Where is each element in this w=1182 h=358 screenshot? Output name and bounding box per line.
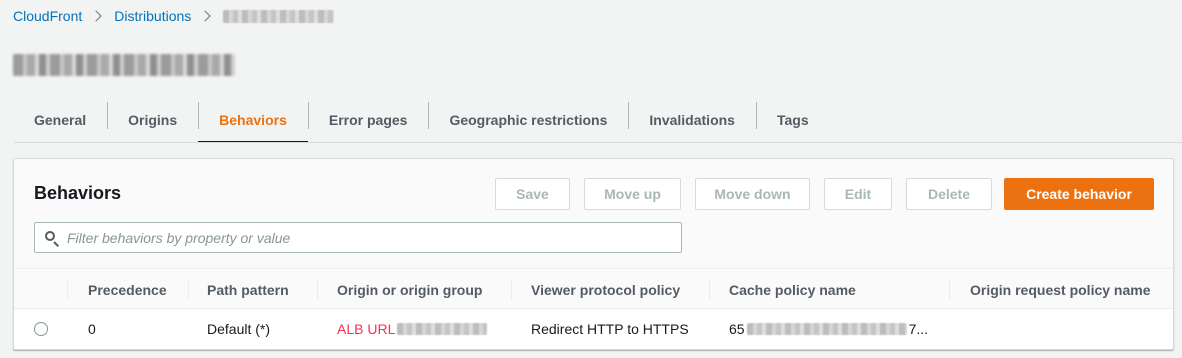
breadcrumb-cloudfront-link[interactable]: CloudFront	[13, 8, 82, 24]
column-divider	[317, 280, 318, 300]
behaviors-panel-header: Behaviors Save Move up Move down Edit De…	[14, 159, 1173, 269]
column-divider	[67, 280, 68, 300]
column-header-origin[interactable]: Origin or origin group	[337, 270, 482, 309]
cell-precedence: 0	[88, 321, 96, 337]
move-up-button[interactable]: Move up	[584, 178, 681, 210]
search-icon	[35, 223, 67, 252]
column-header-origin-request-policy-name[interactable]: Origin request policy name	[970, 270, 1151, 309]
table-row[interactable]: 0 Default (*) ALB URL Redirect HTTP to H…	[14, 309, 1173, 349]
tab-geographic-restrictions[interactable]: Geographic restrictions	[428, 96, 628, 143]
column-divider	[709, 280, 710, 300]
cell-viewer-protocol-policy: Redirect HTTP to HTTPS	[531, 321, 689, 337]
page-title-redacted	[13, 54, 235, 76]
filter-behaviors-input[interactable]	[67, 223, 681, 252]
breadcrumb-distribution-id-redacted	[223, 9, 335, 23]
cache-policy-prefix: 65	[729, 321, 745, 337]
save-button[interactable]: Save	[495, 178, 570, 210]
cache-policy-redacted	[746, 323, 907, 335]
breadcrumb: CloudFront Distributions	[13, 6, 335, 26]
tab-origins[interactable]: Origins	[107, 96, 198, 143]
tab-invalidations[interactable]: Invalidations	[628, 96, 756, 143]
column-divider	[188, 280, 189, 300]
tab-behaviors[interactable]: Behaviors	[198, 96, 308, 143]
cell-cache-policy-name: 65 7...	[729, 309, 928, 349]
chevron-right-icon	[90, 10, 102, 22]
panel-title: Behaviors	[34, 183, 122, 203]
tab-error-pages[interactable]: Error pages	[307, 96, 429, 143]
column-divider	[949, 280, 950, 300]
origin-redacted	[397, 323, 488, 335]
chevron-right-icon	[199, 10, 211, 22]
cell-origin: ALB URL	[337, 309, 488, 349]
create-behavior-button[interactable]: Create behavior	[1004, 178, 1154, 210]
column-divider	[511, 280, 512, 300]
move-down-button[interactable]: Move down	[695, 178, 810, 210]
filter-behaviors-field	[34, 222, 682, 253]
table-header: Precedence Path pattern Origin or origin…	[14, 270, 1173, 309]
column-header-viewer-protocol-policy[interactable]: Viewer protocol policy	[531, 270, 680, 309]
cell-path-pattern: Default (*)	[207, 321, 271, 337]
row-select-radio[interactable]	[34, 322, 48, 336]
column-header-precedence[interactable]: Precedence	[88, 270, 167, 309]
behaviors-panel: Behaviors Save Move up Move down Edit De…	[13, 158, 1174, 350]
tab-general[interactable]: General	[14, 96, 107, 143]
delete-button[interactable]: Delete	[906, 178, 992, 210]
column-header-path-pattern[interactable]: Path pattern	[207, 270, 289, 309]
edit-button[interactable]: Edit	[824, 178, 892, 210]
cache-policy-suffix: 7...	[908, 321, 929, 337]
tab-bar: General Origins Behaviors Error pages Ge…	[14, 96, 830, 143]
breadcrumb-distributions-link[interactable]: Distributions	[114, 8, 191, 24]
origin-annotation-label: ALB URL	[337, 321, 396, 337]
tab-tags[interactable]: Tags	[755, 96, 830, 143]
tabs-divider	[14, 142, 1182, 143]
behaviors-table: Precedence Path pattern Origin or origin…	[14, 270, 1173, 349]
column-header-cache-policy-name[interactable]: Cache policy name	[729, 270, 856, 309]
